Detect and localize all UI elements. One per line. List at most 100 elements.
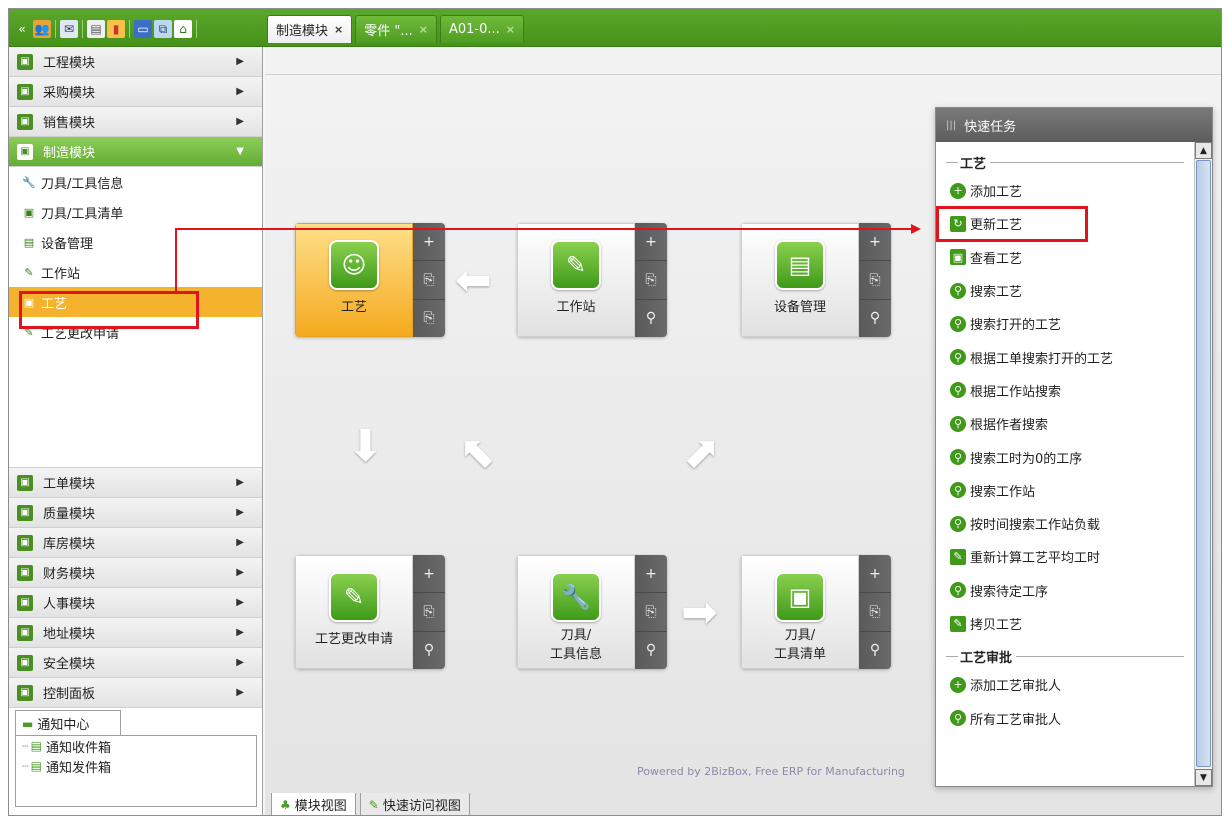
users-icon[interactable]: 👥 bbox=[33, 20, 51, 38]
add-button[interactable]: + bbox=[859, 555, 891, 594]
open-button[interactable]: ⎘ bbox=[413, 593, 445, 632]
sidebar-item-sales[interactable]: ▣ 销售模块 ▶ bbox=[9, 107, 262, 137]
tree-line: ┄ bbox=[22, 759, 29, 773]
sidebar-item-manufacturing[interactable]: ▣ 制造模块 ▼ bbox=[9, 137, 262, 167]
task-search-by-workstation[interactable]: ⚲ 根据工作站搜索 bbox=[936, 374, 1194, 407]
search-button[interactable]: ⚲ bbox=[413, 632, 445, 669]
tree-item-label: 通知收件箱 bbox=[45, 740, 111, 756]
tile-face[interactable]: ☺ 工艺 bbox=[295, 223, 413, 337]
module-icon: ▣ bbox=[17, 534, 33, 551]
chevron-right-icon: ▶ bbox=[236, 627, 244, 638]
sidebar-item-work-order[interactable]: ▣ 工单模块 ▶ bbox=[9, 468, 262, 498]
tab-quick-access-view[interactable]: ✎ 快速访问视图 bbox=[359, 793, 470, 815]
task-search-by-work-order[interactable]: ⚲ 根据工单搜索打开的工艺 bbox=[936, 340, 1194, 373]
module-tile-tool-list[interactable]: ▣ 刀具/ 工具清单 + ⎘ ⚲ bbox=[741, 555, 891, 669]
tile-face[interactable]: ▣ 刀具/ 工具清单 bbox=[741, 555, 859, 669]
tile-face[interactable]: ✎ 工作站 bbox=[517, 223, 635, 337]
scroll-down-icon[interactable]: ▼ bbox=[1195, 769, 1212, 786]
tab-part[interactable]: 零件 "... × bbox=[355, 15, 437, 43]
submenu-item-tool-list[interactable]: ▣ 刀具/工具清单 bbox=[9, 197, 262, 227]
tree-item-inbox[interactable]: ┄ ▤ 通知收件箱 bbox=[16, 736, 256, 756]
home-icon[interactable]: ⌂ bbox=[174, 20, 192, 38]
sidebar-item-address[interactable]: ▣ 地址模块 ▶ bbox=[9, 618, 262, 648]
task-recalculate-hours[interactable]: ✎ 重新计算工艺平均工时 bbox=[936, 540, 1194, 573]
search-button[interactable]: ⚲ bbox=[859, 632, 891, 669]
task-update-routing[interactable]: ↻ 更新工艺 bbox=[936, 206, 1088, 242]
tree-item-outbox[interactable]: ┄ ▤ 通知发件箱 bbox=[16, 756, 256, 776]
task-search-workstation[interactable]: ⚲ 搜索工作站 bbox=[936, 474, 1194, 507]
chart-icon[interactable]: ▮ bbox=[107, 20, 125, 38]
task-search-routing[interactable]: ⚲ 搜索工艺 bbox=[936, 274, 1194, 307]
tab-notification-center[interactable]: ▬ 通知中心 bbox=[15, 710, 121, 736]
tab-module-view[interactable]: ♣ 模块视图 bbox=[271, 793, 356, 815]
close-icon[interactable]: × bbox=[419, 23, 428, 36]
sidebar-item-hr[interactable]: ▣ 人事模块 ▶ bbox=[9, 588, 262, 618]
task-search-open-routing[interactable]: ⚲ 搜索打开的工艺 bbox=[936, 307, 1194, 340]
close-icon[interactable]: × bbox=[334, 23, 343, 36]
open-button[interactable]: ⎘ bbox=[413, 261, 445, 300]
task-search-zero-hours[interactable]: ⚲ 搜索工时为0的工序 bbox=[936, 440, 1194, 473]
open-button[interactable]: ⎘ bbox=[635, 593, 667, 632]
mail-icon[interactable]: ✉ bbox=[60, 20, 78, 38]
tile-actions: + ⎘ ⚲ bbox=[859, 555, 891, 669]
scroll-thumb[interactable] bbox=[1196, 160, 1211, 767]
sidebar-item-finance[interactable]: ▣ 财务模块 ▶ bbox=[9, 558, 262, 588]
tool-list-icon: ▣ bbox=[23, 205, 35, 219]
tab-manufacturing[interactable]: 制造模块 × bbox=[267, 15, 353, 43]
network-icon[interactable]: ⧉ bbox=[154, 20, 172, 38]
module-tile-routing-change[interactable]: ✎ 工艺更改申请 + ⎘ ⚲ bbox=[295, 555, 445, 669]
open-button[interactable]: ⎘ bbox=[859, 261, 891, 300]
close-icon[interactable]: × bbox=[506, 23, 515, 36]
module-icon: ▣ bbox=[17, 474, 33, 491]
add-button[interactable]: + bbox=[413, 555, 445, 594]
collapse-icon[interactable]: « bbox=[13, 20, 31, 38]
task-add-routing[interactable]: + 添加工艺 bbox=[936, 174, 1194, 207]
recalculate-icon: ✎ bbox=[950, 548, 966, 565]
search-button[interactable]: ⚲ bbox=[635, 632, 667, 669]
task-search-pending[interactable]: ⚲ 搜索待定工序 bbox=[936, 574, 1194, 607]
module-label: 人事模块 bbox=[43, 597, 96, 612]
tile-actions: + ⎘ ⚲ bbox=[859, 223, 891, 337]
tile-face[interactable]: ▤ 设备管理 bbox=[741, 223, 859, 337]
search-button[interactable]: ⚲ bbox=[635, 300, 667, 337]
arrow-left-icon: ⬅ bbox=[455, 255, 492, 306]
scroll-up-icon[interactable]: ▲ bbox=[1195, 142, 1212, 159]
task-view-routing[interactable]: ▣ 查看工艺 bbox=[936, 241, 1194, 274]
module-tile-workstation[interactable]: ✎ 工作站 + ⎘ ⚲ bbox=[517, 223, 667, 337]
sidebar-item-control-panel[interactable]: ▣ 控制面板 ▶ bbox=[9, 678, 262, 708]
chevron-right-icon: ▶ bbox=[236, 86, 244, 97]
section-header: 工艺审批 bbox=[936, 644, 1194, 668]
sidebar-item-engineering[interactable]: ▣ 工程模块 ▶ bbox=[9, 47, 262, 77]
task-all-approvers[interactable]: ⚲ 所有工艺审批人 bbox=[936, 701, 1194, 734]
add-button[interactable]: + bbox=[635, 555, 667, 594]
submenu-item-workstation[interactable]: ✎ 工作站 bbox=[9, 257, 262, 287]
window-icon[interactable]: ▭ bbox=[134, 20, 152, 38]
arrow-up-left-icon: ⬉ bbox=[459, 427, 496, 478]
task-copy-routing[interactable]: ✎ 拷贝工艺 bbox=[936, 607, 1194, 640]
task-search-workstation-load[interactable]: ⚲ 按时间搜索工作站负载 bbox=[936, 507, 1194, 540]
view-button[interactable]: ⎘ bbox=[413, 300, 445, 337]
tile-face[interactable]: 🔧 刀具/ 工具信息 bbox=[517, 555, 635, 669]
tile-face[interactable]: ✎ 工艺更改申请 bbox=[295, 555, 413, 669]
main-header-strip bbox=[265, 47, 1221, 75]
sidebar-item-security[interactable]: ▣ 安全模块 ▶ bbox=[9, 648, 262, 678]
submenu-spacer bbox=[9, 347, 262, 468]
submenu-item-equipment[interactable]: ▤ 设备管理 bbox=[9, 227, 262, 257]
chevron-right-icon: ▶ bbox=[236, 567, 244, 578]
sidebar-item-quality[interactable]: ▣ 质量模块 ▶ bbox=[9, 498, 262, 528]
open-button[interactable]: ⎘ bbox=[635, 261, 667, 300]
document-icon[interactable]: ▤ bbox=[87, 20, 105, 38]
module-tile-tool-info[interactable]: 🔧 刀具/ 工具信息 + ⎘ ⚲ bbox=[517, 555, 667, 669]
sidebar-item-purchasing[interactable]: ▣ 采购模块 ▶ bbox=[9, 77, 262, 107]
tab-a01[interactable]: A01-0... × bbox=[439, 15, 524, 43]
search-button[interactable]: ⚲ bbox=[859, 300, 891, 337]
task-add-approver[interactable]: + 添加工艺审批人 bbox=[936, 668, 1194, 701]
module-label: 质量模块 bbox=[43, 507, 96, 522]
module-tile-routing[interactable]: ☺ 工艺 + ⎘ ⎘ bbox=[295, 223, 445, 337]
sidebar-item-warehouse[interactable]: ▣ 库房模块 ▶ bbox=[9, 528, 262, 558]
open-button[interactable]: ⎘ bbox=[859, 593, 891, 632]
submenu-item-tool-info[interactable]: 🔧 刀具/工具信息 bbox=[9, 167, 262, 197]
module-tile-equipment[interactable]: ▤ 设备管理 + ⎘ ⚲ bbox=[741, 223, 891, 337]
quick-tasks-scrollbar[interactable]: ▲ ▼ bbox=[1194, 142, 1212, 786]
task-search-by-author[interactable]: ⚲ 根据作者搜索 bbox=[936, 407, 1194, 440]
